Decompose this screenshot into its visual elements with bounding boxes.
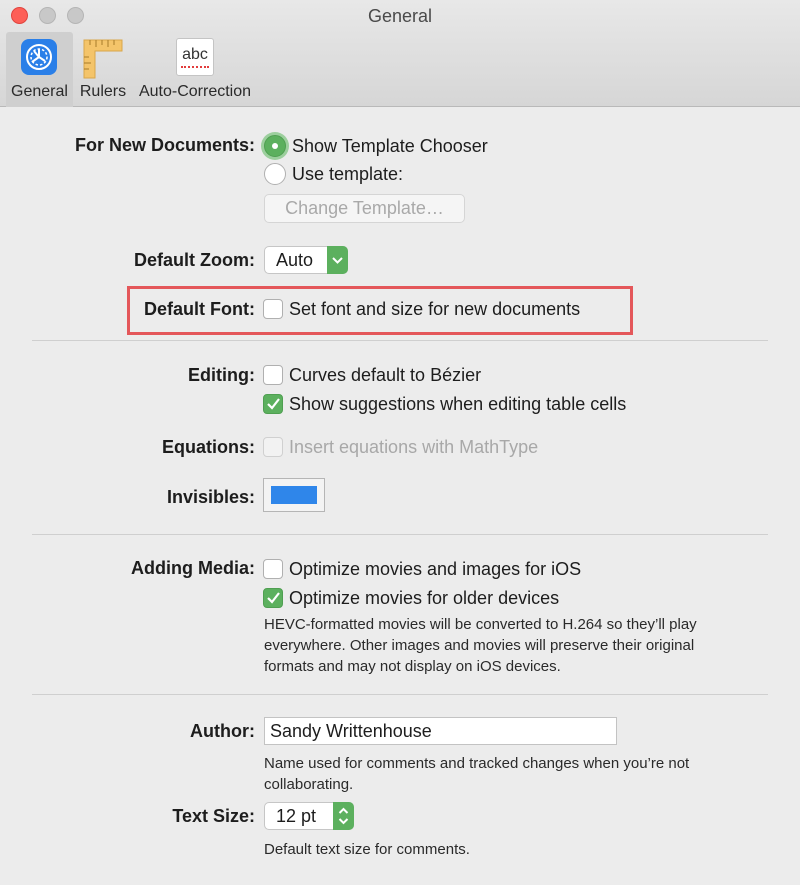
show-suggestions-checkbox[interactable] <box>263 394 283 414</box>
text-size-label: Text Size: <box>172 806 255 826</box>
separator <box>32 340 768 341</box>
default-zoom-popup[interactable]: Auto <box>264 246 348 274</box>
author-help: Name used for comments and tracked chang… <box>264 755 690 793</box>
tab-general[interactable]: General <box>6 32 73 107</box>
show-template-chooser-text: Show Template Chooser <box>292 136 488 156</box>
default-font-text: Set font and size for new documents <box>289 299 581 319</box>
up-down-chevron-icon <box>333 802 354 830</box>
separator <box>32 534 768 535</box>
optimize-ios-text: Optimize movies and images for iOS <box>289 559 582 579</box>
invisibles-color-swatch <box>271 486 317 504</box>
new-documents-label: For New Documents: <box>74 135 255 155</box>
adding-media-label: Adding Media: <box>131 558 255 578</box>
tab-auto-correction[interactable]: abc Auto-Correction <box>134 32 256 107</box>
equations-label: Equations: <box>162 437 255 457</box>
toolbar: General General Rulers abc Auto-Correcti… <box>0 0 800 107</box>
curves-bezier-text: Curves default to Bézier <box>289 365 482 385</box>
tab-rulers-label: Rulers <box>79 83 127 100</box>
tab-rulers[interactable]: Rulers <box>76 32 130 107</box>
abc-spelling-icon: abc <box>176 38 214 76</box>
use-template-radio[interactable] <box>264 163 286 185</box>
author-label: Author: <box>190 721 255 741</box>
optimize-ios-checkbox[interactable] <box>263 559 283 579</box>
general-gear-icon <box>21 39 57 75</box>
default-zoom-value: Auto <box>276 250 314 270</box>
show-template-chooser-radio[interactable] <box>264 135 286 157</box>
default-zoom-label: Default Zoom: <box>134 250 255 270</box>
checkmark-icon <box>267 398 280 410</box>
optimize-older-text: Optimize movies for older devices <box>289 588 560 608</box>
author-input[interactable]: Sandy Writtenhouse <box>264 717 617 745</box>
adding-media-help: HEVC-formatted movies will be converted … <box>264 616 697 675</box>
show-suggestions-text: Show suggestions when editing table cell… <box>289 394 627 414</box>
use-template-text: Use template: <box>292 164 404 184</box>
window-title: General <box>367 6 433 26</box>
checkmark-icon <box>267 592 280 604</box>
text-size-popup[interactable]: 12 pt <box>264 802 354 830</box>
chevron-down-icon <box>327 246 348 274</box>
tab-auto-correction-label: Auto-Correction <box>138 83 252 100</box>
mathtype-checkbox[interactable] <box>263 437 283 457</box>
tab-general-label: General <box>11 83 68 100</box>
ruler-icon <box>83 39 123 79</box>
text-size-value: 12 pt <box>276 806 317 826</box>
invisibles-label: Invisibles: <box>166 487 255 507</box>
preferences-window: General General Rulers abc Auto-Correcti… <box>0 0 800 885</box>
mathtype-text: Insert equations with MathType <box>289 437 539 457</box>
optimize-older-checkbox[interactable] <box>263 588 283 608</box>
curves-bezier-checkbox[interactable] <box>263 365 283 385</box>
editing-label: Editing: <box>188 365 255 385</box>
default-font-label: Default Font: <box>144 299 255 319</box>
separator <box>32 694 768 695</box>
change-template-button[interactable]: Change Template… <box>264 194 465 223</box>
default-font-checkbox[interactable] <box>263 299 283 319</box>
text-size-help: Default text size for comments. <box>264 841 470 858</box>
invisibles-color-well[interactable] <box>263 478 325 512</box>
